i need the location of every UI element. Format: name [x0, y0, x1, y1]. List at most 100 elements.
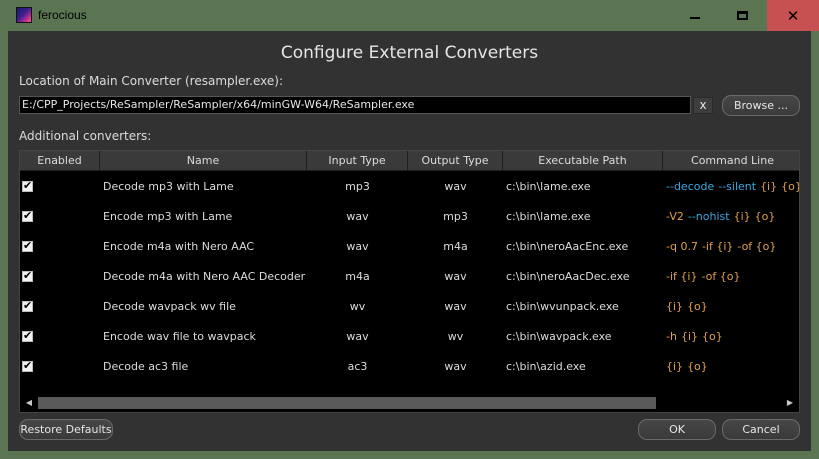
dialog-client: Configure External Converters Location o… [8, 31, 811, 451]
column-header-enabled[interactable]: Enabled [20, 151, 100, 171]
checkmark-icon: ✔ [23, 239, 33, 252]
maximize-button[interactable] [719, 0, 765, 31]
scroll-right-icon[interactable]: ▶ [783, 396, 797, 410]
table-row[interactable]: ✔ Encode wav file to wavpack wav wv c:\bin\w… [20, 322, 799, 352]
table-row[interactable]: ✔ Decode ac3 file ac3 wav c:\bin\azid.exe {i}… [20, 352, 799, 382]
command-token: -if {i} [701, 240, 734, 253]
command-token: {o} [702, 330, 723, 343]
command-token: --decode [666, 180, 715, 193]
scroll-left-icon[interactable]: ◀ [22, 396, 36, 410]
table-header: Enabled Name Input Type Output Type Exec… [20, 151, 799, 171]
column-header-output-type[interactable]: Output Type [408, 151, 503, 171]
converter-name-cell[interactable]: Decode m4a with Nero AAC Decoder [103, 262, 307, 292]
executable-path-cell[interactable]: c:\bin\wavpack.exe [506, 322, 663, 352]
minimize-button[interactable] [672, 0, 718, 31]
output-type-cell[interactable]: wav [408, 352, 503, 382]
enabled-cell: ✔ [20, 232, 100, 262]
command-line-cell[interactable]: {i} {o} [666, 352, 799, 382]
scrollbar-thumb[interactable] [38, 397, 656, 409]
command-token: -of {o} [701, 270, 741, 283]
command-token: {i} [733, 210, 751, 223]
enabled-cell: ✔ [20, 262, 100, 292]
enabled-checkbox[interactable]: ✔ [22, 269, 33, 282]
table-row[interactable]: ✔ Decode wavpack wv file wv wav c:\bin\wvunp… [20, 292, 799, 322]
converter-name-cell[interactable]: Encode mp3 with Lame [103, 202, 307, 232]
close-button[interactable]: ✕ [767, 0, 819, 31]
column-header-command-line[interactable]: Command Line [663, 151, 799, 171]
executable-path-cell[interactable]: c:\bin\neroAacEnc.exe [506, 232, 663, 262]
enabled-cell: ✔ [20, 172, 100, 202]
input-type-cell[interactable]: m4a [307, 262, 408, 292]
executable-path-cell[interactable]: c:\bin\neroAacDec.exe [506, 262, 663, 292]
table-row[interactable]: ✔ Decode mp3 with Lame mp3 wav c:\bin\lame.e… [20, 172, 799, 202]
output-type-cell[interactable]: m4a [408, 232, 503, 262]
output-type-cell[interactable]: wav [408, 262, 503, 292]
command-line-cell[interactable]: --decode --silent {i} {o} [666, 172, 799, 202]
restore-defaults-button[interactable]: Restore Defaults [19, 419, 113, 440]
enabled-checkbox[interactable]: ✔ [22, 299, 33, 312]
maximize-icon [736, 11, 748, 20]
command-token: --nohist [687, 210, 730, 223]
command-line-cell[interactable]: {i} {o} [666, 292, 799, 322]
command-token: {o} [754, 210, 776, 223]
enabled-checkbox[interactable]: ✔ [22, 209, 33, 222]
window-title: ferocious [38, 8, 87, 22]
input-type-cell[interactable]: ac3 [307, 352, 408, 382]
command-token: {i} [680, 330, 699, 343]
browse-button[interactable]: Browse ... [722, 95, 800, 116]
checkmark-icon: ✔ [23, 209, 33, 222]
output-type-cell[interactable]: wv [408, 322, 503, 352]
converter-name-cell[interactable]: Decode wavpack wv file [103, 292, 307, 322]
input-type-cell[interactable]: wav [307, 322, 408, 352]
input-type-cell[interactable]: wav [307, 202, 408, 232]
command-token: -if {i} [666, 270, 698, 283]
command-line-cell[interactable]: -if {i} -of {o} [666, 262, 799, 292]
command-token: -of {o} [737, 240, 777, 253]
enabled-checkbox[interactable]: ✔ [22, 239, 33, 252]
command-line-cell[interactable]: -q 0.7 -if {i} -of {o} [666, 232, 799, 262]
clear-path-button[interactable]: x [693, 97, 713, 114]
app-icon [16, 7, 32, 23]
table-row[interactable]: ✔ Encode m4a with Nero AAC wav m4a c:\bin\ne… [20, 232, 799, 262]
ok-button[interactable]: OK [638, 419, 716, 440]
command-token: {i} [666, 360, 684, 373]
title-bar[interactable]: ferocious ✕ [0, 0, 819, 31]
output-type-cell[interactable]: mp3 [408, 202, 503, 232]
column-header-name[interactable]: Name [100, 151, 307, 171]
output-type-cell[interactable]: wav [408, 292, 503, 322]
checkmark-icon: ✔ [23, 179, 33, 192]
column-header-input-type[interactable]: Input Type [307, 151, 408, 171]
executable-path-cell[interactable]: c:\bin\lame.exe [506, 202, 663, 232]
enabled-checkbox[interactable]: ✔ [22, 179, 33, 192]
input-type-cell[interactable]: wv [307, 292, 408, 322]
command-line-cell[interactable]: -V2 --nohist {i} {o} [666, 202, 799, 232]
cancel-button[interactable]: Cancel [722, 419, 800, 440]
close-icon: ✕ [786, 6, 800, 25]
executable-path-cell[interactable]: c:\bin\lame.exe [506, 172, 663, 202]
main-converter-path-field[interactable]: E:/CPP_Projects/ReSampler/ReSampler/x64/… [19, 96, 691, 114]
executable-path-cell[interactable]: c:\bin\wvunpack.exe [506, 292, 663, 322]
converters-table: Enabled Name Input Type Output Type Exec… [19, 150, 800, 413]
converter-name-cell[interactable]: Decode ac3 file [103, 352, 307, 382]
command-token: --silent [718, 180, 757, 193]
command-token: {i} [666, 300, 684, 313]
column-header-executable-path[interactable]: Executable Path [503, 151, 663, 171]
converter-name-cell[interactable]: Decode mp3 with Lame [103, 172, 307, 202]
command-token: {o} [687, 300, 708, 313]
table-row[interactable]: ✔ Encode mp3 with Lame wav mp3 c:\bin\lame.e… [20, 202, 799, 232]
enabled-checkbox[interactable]: ✔ [22, 329, 33, 342]
additional-converters-label: Additional converters: [19, 129, 152, 143]
output-type-cell[interactable]: wav [408, 172, 503, 202]
command-token: -q 0.7 [666, 240, 698, 253]
enabled-cell: ✔ [20, 202, 100, 232]
minimize-icon [690, 16, 700, 19]
enabled-checkbox[interactable]: ✔ [22, 359, 33, 372]
table-row[interactable]: ✔ Decode m4a with Nero AAC Decoder m4a wav c… [20, 262, 799, 292]
input-type-cell[interactable]: mp3 [307, 172, 408, 202]
executable-path-cell[interactable]: c:\bin\azid.exe [506, 352, 663, 382]
horizontal-scrollbar[interactable]: ◀ ▶ [20, 394, 799, 412]
command-line-cell[interactable]: -h {i} {o} [666, 322, 799, 352]
converter-name-cell[interactable]: Encode wav file to wavpack [103, 322, 307, 352]
converter-name-cell[interactable]: Encode m4a with Nero AAC [103, 232, 307, 262]
input-type-cell[interactable]: wav [307, 232, 408, 262]
